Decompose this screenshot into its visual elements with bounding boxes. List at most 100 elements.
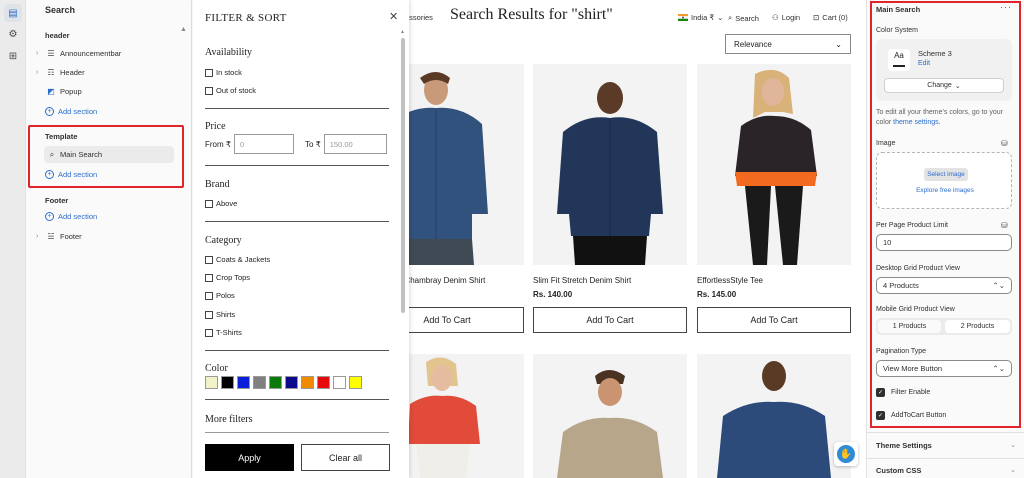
pagination-select[interactable]: View More Button ⌃⌄ — [876, 360, 1012, 377]
category-heading: Category — [205, 235, 242, 246]
more-filters-heading[interactable]: More filters — [205, 414, 253, 425]
product-title[interactable]: t Chambray Denim Shirt — [400, 276, 485, 285]
apps-icon[interactable]: ⊞ — [4, 47, 22, 65]
add-section-template[interactable]: + Add section — [45, 167, 97, 181]
divider — [205, 399, 389, 400]
product-title[interactable]: Slim Fit Stretch Denim Shirt — [533, 276, 631, 285]
filter-category-polos[interactable]: Polos — [205, 291, 235, 300]
product-image[interactable] — [697, 354, 851, 478]
sections-icon[interactable]: ▤ — [4, 4, 22, 22]
add-to-cart-toggle[interactable]: ✓ AddToCart Button — [876, 411, 946, 420]
country-selector[interactable]: India ₹ ⌄ — [678, 13, 723, 22]
filter-category-coats[interactable]: Coats & Jackets — [205, 255, 270, 264]
product-image[interactable] — [533, 64, 687, 265]
color-swatch[interactable] — [253, 376, 266, 389]
filter-drawer-title: FILTER & SORT — [205, 12, 287, 24]
per-page-input[interactable]: 10 — [876, 234, 1012, 251]
clear-all-button[interactable]: Clear all — [301, 444, 390, 471]
checkbox[interactable] — [205, 199, 213, 208]
checkmark-icon[interactable]: ✓ — [876, 411, 885, 420]
checkbox[interactable] — [205, 291, 213, 300]
chevron-right-icon[interactable]: › — [36, 69, 45, 76]
header-cart-link[interactable]: ⊡ Cart (0) — [813, 13, 848, 22]
footer-group-label: Footer — [45, 196, 69, 205]
product-photo-denim-back — [697, 354, 851, 478]
price-heading: Price — [205, 121, 226, 132]
product-image[interactable] — [697, 64, 851, 265]
price-from-input[interactable]: 0 — [233, 134, 294, 154]
filter-brand-above[interactable]: Above — [205, 199, 237, 208]
color-swatch[interactable] — [237, 376, 250, 389]
chevron-right-icon[interactable]: › — [36, 233, 45, 240]
nav-link-accessories[interactable]: essories — [405, 13, 433, 22]
sidebar-item-announcementbar[interactable]: › ☰ Announcementbar — [36, 46, 121, 60]
per-page-label: Per Page Product Limit — [876, 222, 948, 229]
sidebar-item-footer[interactable]: › ☱ Footer — [36, 229, 82, 243]
color-swatch[interactable] — [205, 376, 218, 389]
pagination-label: Pagination Type — [876, 348, 927, 355]
chevron-down-icon: ⌄ — [835, 39, 842, 49]
sort-select[interactable]: Relevance ⌄ — [725, 34, 851, 54]
color-swatch[interactable] — [301, 376, 314, 389]
updown-chevron-icon: ⌃⌄ — [992, 364, 1005, 373]
sidebar-item-popup[interactable]: ◩ Popup — [36, 84, 81, 98]
theme-settings-link[interactable]: theme settings — [893, 119, 939, 126]
availability-heading: Availability — [205, 47, 253, 58]
checkbox[interactable] — [205, 68, 213, 77]
color-swatch[interactable] — [221, 376, 234, 389]
header-login-link[interactable]: ⚇ Login — [772, 13, 800, 22]
chat-widget-button[interactable]: ✋ — [834, 442, 858, 466]
filter-drawer: FILTER & SORT ✕ ▲ Availability In stock … — [193, 0, 409, 478]
color-swatch[interactable] — [269, 376, 282, 389]
product-title[interactable]: EffortlessStyle Tee — [697, 276, 763, 285]
hand-icon: ✋ — [837, 445, 855, 463]
drawer-scrollbar[interactable] — [401, 38, 405, 313]
explore-free-images-link[interactable]: Explore free images — [877, 187, 1013, 194]
filter-in-stock[interactable]: In stock — [205, 68, 242, 77]
add-to-cart-button[interactable]: Add To Cart — [533, 307, 687, 333]
chevron-right-icon[interactable]: › — [36, 50, 45, 57]
color-swatch[interactable] — [349, 376, 362, 389]
scroll-up-icon[interactable]: ▲ — [180, 26, 187, 33]
change-scheme-button[interactable]: Change ⌄ — [884, 78, 1004, 93]
sidebar-item-main-search[interactable]: ⌕ Main Search — [44, 146, 174, 163]
filter-category-crop-tops[interactable]: Crop Tops — [205, 273, 250, 282]
database-icon[interactable]: ⛁ — [1001, 221, 1008, 230]
product-image[interactable] — [533, 354, 687, 478]
add-section-header[interactable]: + Add section — [45, 104, 97, 118]
checkbox[interactable] — [205, 86, 213, 95]
close-icon[interactable]: ✕ — [389, 10, 398, 23]
filter-category-shirts[interactable]: Shirts — [205, 310, 235, 319]
image-picker: Select image Explore free images — [876, 152, 1012, 209]
scheme-edit-link[interactable]: Edit — [918, 60, 930, 67]
header-search-link[interactable]: ⌕ Search — [728, 13, 759, 23]
color-swatch[interactable] — [285, 376, 298, 389]
color-swatch[interactable] — [317, 376, 330, 389]
mobile-grid-option-2[interactable]: 2 Products — [945, 320, 1010, 333]
filter-enable-toggle[interactable]: ✓ Filter Enable — [876, 388, 930, 397]
product-price: Rs. 145.00 — [697, 290, 737, 299]
checkbox[interactable] — [205, 310, 213, 319]
add-section-footer[interactable]: + Add section — [45, 209, 97, 223]
custom-css-collapsible[interactable]: Custom CSS ⌄ — [876, 466, 1016, 475]
scroll-up-icon[interactable]: ▲ — [400, 29, 405, 35]
mobile-grid-option-1[interactable]: 1 Products — [878, 320, 941, 333]
price-to-input[interactable]: 150.00 — [323, 134, 387, 154]
filter-category-t-shirts[interactable]: T-Shirts — [205, 328, 242, 337]
checkbox[interactable] — [205, 255, 213, 264]
checkbox[interactable] — [205, 328, 213, 337]
database-icon[interactable]: ⛁ — [1001, 139, 1008, 148]
add-to-cart-button[interactable]: Add To Cart — [697, 307, 851, 333]
color-swatch[interactable] — [333, 376, 346, 389]
apply-button[interactable]: Apply — [205, 444, 294, 471]
checkmark-icon[interactable]: ✓ — [876, 388, 885, 397]
more-options-icon[interactable]: ··· — [1000, 2, 1012, 12]
sidebar-item-header[interactable]: › ☶ Header — [36, 65, 85, 79]
layout-footer-icon: ☱ — [47, 231, 55, 241]
settings-gear-icon[interactable]: ⚙ — [4, 25, 22, 43]
select-image-button[interactable]: Select image — [924, 168, 968, 181]
desktop-grid-select[interactable]: 4 Products ⌃⌄ — [876, 277, 1012, 294]
filter-out-of-stock[interactable]: Out of stock — [205, 86, 256, 95]
checkbox[interactable] — [205, 273, 213, 282]
theme-settings-collapsible[interactable]: Theme Settings ⌄ — [876, 441, 1016, 450]
